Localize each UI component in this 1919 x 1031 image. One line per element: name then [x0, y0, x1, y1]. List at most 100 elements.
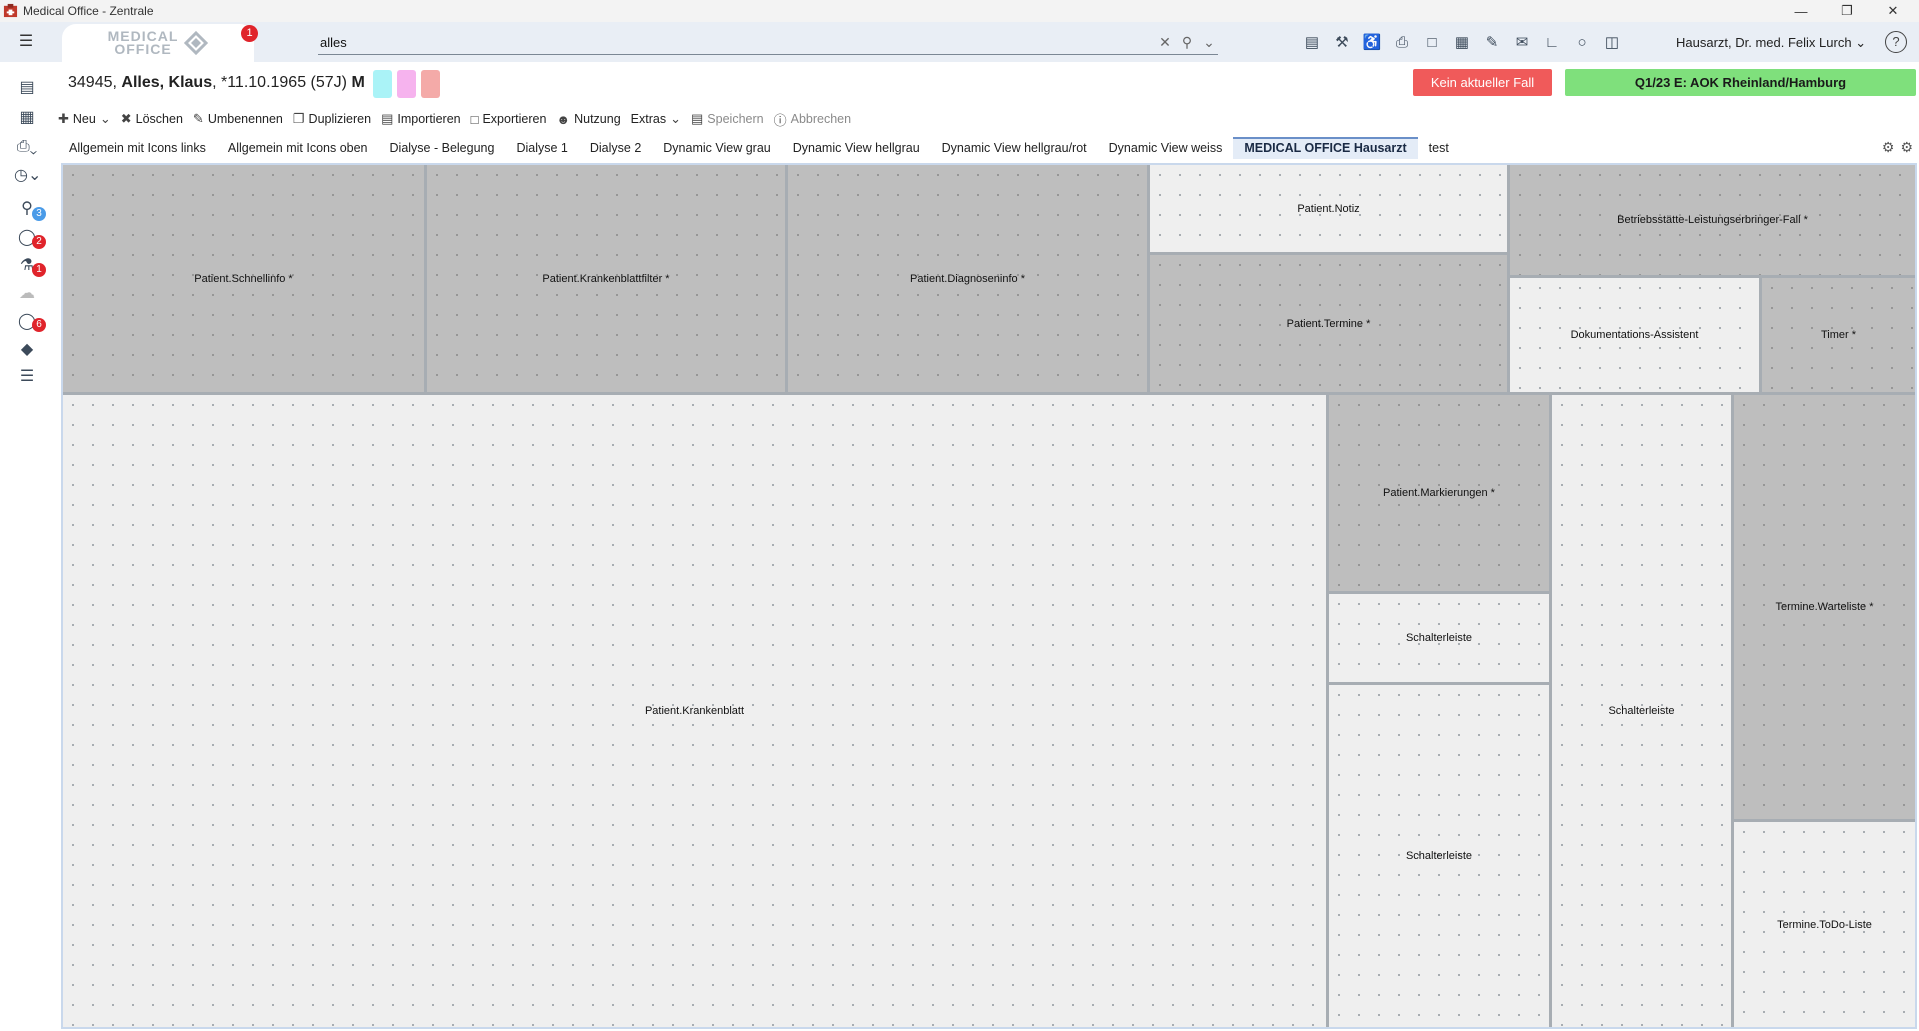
panel-betriebsstaette[interactable]: Betriebsstätte-Leistungserbringer-Fall * — [1510, 165, 1915, 275]
window-title: Medical Office - Zentrale — [23, 4, 154, 18]
help-icon[interactable]: ? — [1885, 31, 1907, 53]
sign-icon[interactable]: ✎ — [1480, 31, 1504, 55]
panel-todo[interactable]: Termine.ToDo-Liste — [1734, 822, 1915, 1027]
panel-krankenblattfilter[interactable]: Patient.Krankenblattfilter * — [427, 165, 785, 392]
color-marker-red[interactable] — [421, 70, 440, 98]
chevron-down-icon[interactable]: ⌄ — [1200, 33, 1218, 51]
panel-label: Patient.Krankenblatt — [644, 705, 745, 717]
minimize-button[interactable]: — — [1778, 0, 1824, 22]
delete-button[interactable]: ✖ Löschen — [121, 111, 183, 127]
panel-doku-assistent[interactable]: Dokumentations-Assistent — [1510, 278, 1759, 392]
panel-label: Patient.Notiz — [1297, 202, 1360, 215]
pencil-icon: ✎ — [192, 111, 204, 126]
diagnosis-icon[interactable]: ⚒ — [1330, 31, 1354, 55]
panel-krankenblatt[interactable]: Patient.Krankenblatt — [63, 395, 1326, 1027]
plus-icon: ✚ — [58, 111, 69, 126]
layout-options-icon[interactable]: ⚙ — [1900, 139, 1913, 156]
panel-schalterleiste-3[interactable]: Schalterleiste — [1552, 395, 1731, 1027]
panel-schnellinfo[interactable]: Patient.Schnellinfo * — [63, 165, 424, 392]
color-marker-pink[interactable] — [397, 70, 416, 98]
tab-dynamic-view-grau[interactable]: Dynamic View grau — [652, 137, 781, 159]
export-button[interactable]: □ Exportieren — [471, 112, 547, 127]
app-logo-icon — [3, 3, 18, 18]
tab-dialyse-1[interactable]: Dialyse 1 — [505, 137, 578, 159]
cancel-icon: ⓘ — [773, 112, 787, 128]
tab-dialyse-belegung[interactable]: Dialyse - Belegung — [379, 137, 506, 159]
new-button[interactable]: ✚ Neu ⌄ — [58, 111, 111, 127]
tab-allgemein-icons-oben[interactable]: Allgemein mit Icons oben — [217, 137, 379, 159]
sidebar-badge: 2 — [32, 235, 46, 249]
document-icon[interactable]: □ — [1420, 31, 1444, 55]
patient-list-icon[interactable]: ▦ — [14, 106, 40, 130]
panel-notiz[interactable]: Patient.Notiz — [1150, 165, 1507, 252]
new-button-label: Neu — [72, 112, 96, 126]
chat-icon[interactable]: ○ — [1570, 31, 1594, 55]
panel-label: Schalterleiste — [1405, 850, 1473, 862]
save-button[interactable]: ▤ Speichern — [691, 111, 764, 127]
layout-tabs: Allgemein mit Icons links Allgemein mit … — [58, 137, 1919, 159]
delete-icon: ✖ — [120, 111, 132, 126]
tab-dynamic-view-hellgrau[interactable]: Dynamic View hellgrau — [782, 137, 931, 159]
handshake-icon[interactable]: ☰ — [14, 365, 40, 389]
print-icon[interactable]: ⎙ — [1390, 31, 1414, 55]
users-icon: ☻ — [556, 111, 571, 127]
rename-button[interactable]: ✎ Umbenennen — [193, 111, 283, 127]
duplicate-icon: ❐ — [292, 111, 305, 126]
chevron-down-icon: ⌄ — [670, 111, 681, 126]
panel-schalterleiste-2[interactable]: Schalterleiste — [1329, 685, 1549, 1027]
usage-button[interactable]: ☻ Nutzung — [556, 112, 620, 127]
save-icon: ▤ — [691, 111, 704, 126]
duplicate-button-label: Duplizieren — [308, 112, 372, 126]
cabinet-icon[interactable]: ▤ — [14, 76, 40, 100]
wheelchair-icon[interactable]: ♿ — [1360, 31, 1384, 55]
current-case-button[interactable]: Kein aktueller Fall — [1413, 69, 1552, 96]
panel-warteliste[interactable]: Termine.Warteliste * — [1734, 395, 1915, 819]
user-menu[interactable]: Hausarzt, Dr. med. Felix Lurch ⌄ — [1676, 35, 1866, 51]
tab-dynamic-view-weiss[interactable]: Dynamic View weiss — [1098, 137, 1234, 159]
panel-label: Termine.Warteliste * — [1775, 601, 1874, 613]
hamburger-menu-icon[interactable]: ☰ — [16, 32, 36, 52]
user-name: Hausarzt, Dr. med. Felix Lurch — [1676, 35, 1852, 50]
tab-dialyse-2[interactable]: Dialyse 2 — [579, 137, 652, 159]
close-button[interactable]: ✕ — [1870, 0, 1916, 22]
cloud-icon[interactable]: ☁ — [14, 282, 40, 306]
search-bar: ✕ ⚲ ⌄ — [318, 31, 1218, 55]
import-button[interactable]: ▤ Importieren — [381, 111, 461, 127]
logo-tab[interactable]: MEDICAL OFFICE — [62, 24, 254, 62]
patient-dob: , *11.10.1965 (57J) — [212, 74, 347, 91]
panel-diagnoseninfo[interactable]: Patient.Diagnoseninfo * — [788, 165, 1147, 392]
panel-markierungen[interactable]: Patient.Markierungen * — [1329, 395, 1549, 591]
tab-dynamic-view-hellgrau-rot[interactable]: Dynamic View hellgrau/rot — [931, 137, 1098, 159]
extras-button[interactable]: Extras ⌄ — [631, 111, 681, 127]
save-button-label: Speichern — [707, 112, 764, 126]
patient-info[interactable]: 34945, Alles, Klaus, *11.10.1965 (57J) M — [68, 74, 365, 92]
form-icon[interactable]: ▦ — [1450, 31, 1474, 55]
patient-card-icon[interactable]: ▤ — [1300, 31, 1324, 55]
tab-medical-office-hausarzt[interactable]: MEDICAL OFFICE Hausarzt — [1233, 137, 1418, 159]
clear-search-icon[interactable]: ✕ — [1156, 33, 1174, 51]
panel-schalterleiste-1[interactable]: Schalterleiste — [1329, 594, 1549, 682]
notification-badge: 1 — [241, 25, 258, 42]
calendar-clock-icon[interactable]: ◷⌄ — [14, 164, 41, 188]
maximize-button[interactable]: ❐ — [1824, 0, 1870, 22]
book-icon[interactable]: ◫ — [1600, 31, 1624, 55]
search-input[interactable] — [318, 31, 1138, 53]
cancel-button[interactable]: ⓘ Abbrechen — [774, 110, 851, 129]
layout-settings-icon[interactable]: ⚙ — [1882, 139, 1895, 156]
insurance-quarter-button[interactable]: Q1/23 E: AOK Rheinland/Hamburg — [1565, 69, 1916, 96]
search-icon[interactable]: ⚲ — [1178, 33, 1196, 51]
sidebar-badge: 3 — [32, 207, 46, 221]
panel-timer[interactable]: Timer * — [1762, 278, 1915, 392]
tab-allgemein-icons-links[interactable]: Allgemein mit Icons links — [58, 137, 217, 159]
color-marker-cyan[interactable] — [373, 70, 392, 98]
medication-icon[interactable]: ◆ — [14, 338, 40, 362]
duplicate-button[interactable]: ❐ Duplizieren — [293, 111, 371, 127]
tab-test[interactable]: test — [1418, 137, 1460, 159]
panel-termine[interactable]: Patient.Termine * — [1150, 255, 1507, 392]
mail-icon[interactable]: ✉ — [1510, 31, 1534, 55]
chart-icon[interactable]: ∟ — [1540, 31, 1564, 55]
logo-wordmark: MEDICAL OFFICE — [107, 28, 179, 57]
patient-id: 34945, — [68, 74, 117, 91]
printer-icon[interactable]: ⎙⌄ — [14, 135, 40, 159]
cancel-button-label: Abbrechen — [790, 112, 852, 126]
